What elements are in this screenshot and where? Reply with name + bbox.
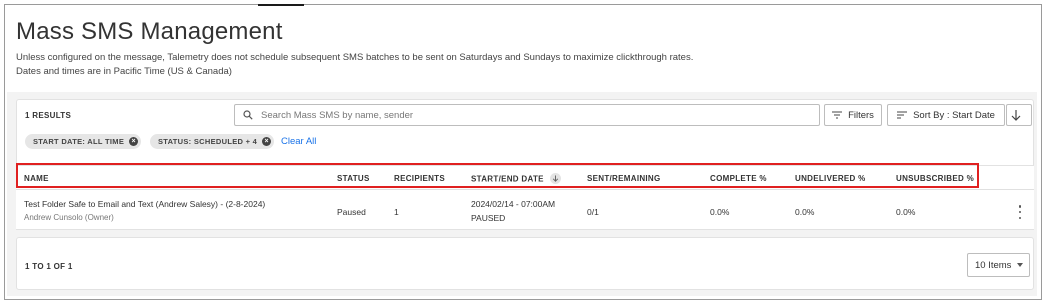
row-sent-remaining: 0/1 <box>587 207 599 217</box>
caret-down-icon <box>1017 263 1024 267</box>
filters-button[interactable]: Filters <box>824 104 882 126</box>
row-end-date: PAUSED <box>471 213 506 223</box>
header-highlight-box <box>16 163 979 188</box>
row-undelivered: 0.0% <box>795 207 815 217</box>
search-box[interactable] <box>234 104 820 126</box>
row-status: Paused <box>337 207 366 217</box>
row-name[interactable]: Test Folder Safe to Email and Text (Andr… <box>24 199 265 209</box>
pagination-card <box>16 237 1034 290</box>
page-description: Unless configured on the message, Taleme… <box>16 51 693 79</box>
description-line-2: Dates and times are in Pacific Time (US … <box>16 66 232 77</box>
items-per-page-value: 10 Items <box>975 259 1012 271</box>
results-count: 1 RESULTS <box>25 111 72 120</box>
sort-label: Sort By : Start Date <box>913 109 995 121</box>
active-tab-indicator <box>258 4 304 6</box>
chip-label: STATUS: SCHEDULED + 4 <box>158 137 258 146</box>
table-row[interactable] <box>16 190 1034 230</box>
remove-chip-icon[interactable]: × <box>129 137 139 146</box>
chip-label: START DATE: ALL TIME <box>33 137 125 146</box>
row-start-date: 2024/02/14 - 07:00AM <box>471 199 556 209</box>
row-owner: Andrew Cunsolo (Owner) <box>24 213 114 222</box>
search-icon <box>243 110 253 120</box>
sort-icon <box>897 111 908 119</box>
row-complete: 0.0% <box>710 207 730 217</box>
row-more-menu-icon[interactable] <box>1018 205 1022 219</box>
search-input[interactable] <box>261 109 801 121</box>
filter-chip-status[interactable]: STATUS: SCHEDULED + 4 × <box>150 134 275 149</box>
row-unsubscribed: 0.0% <box>896 207 916 217</box>
filters-label: Filters <box>848 109 874 121</box>
items-per-page-select[interactable]: 10 Items <box>967 253 1030 277</box>
clear-all-link[interactable]: Clear All <box>281 136 316 147</box>
page-title: Mass SMS Management <box>16 18 283 45</box>
description-line-1: Unless configured on the message, Taleme… <box>16 52 694 63</box>
remove-chip-icon[interactable]: × <box>262 137 272 146</box>
pagination-range: 1 TO 1 OF 1 <box>25 262 73 271</box>
arrow-down-icon <box>1011 109 1021 121</box>
filter-icon <box>832 111 843 119</box>
sort-direction-button[interactable] <box>1006 104 1032 126</box>
row-recipients: 1 <box>394 207 399 217</box>
filter-chip-start-date[interactable]: START DATE: ALL TIME × <box>25 134 142 149</box>
sort-button[interactable]: Sort By : Start Date <box>887 104 1005 126</box>
